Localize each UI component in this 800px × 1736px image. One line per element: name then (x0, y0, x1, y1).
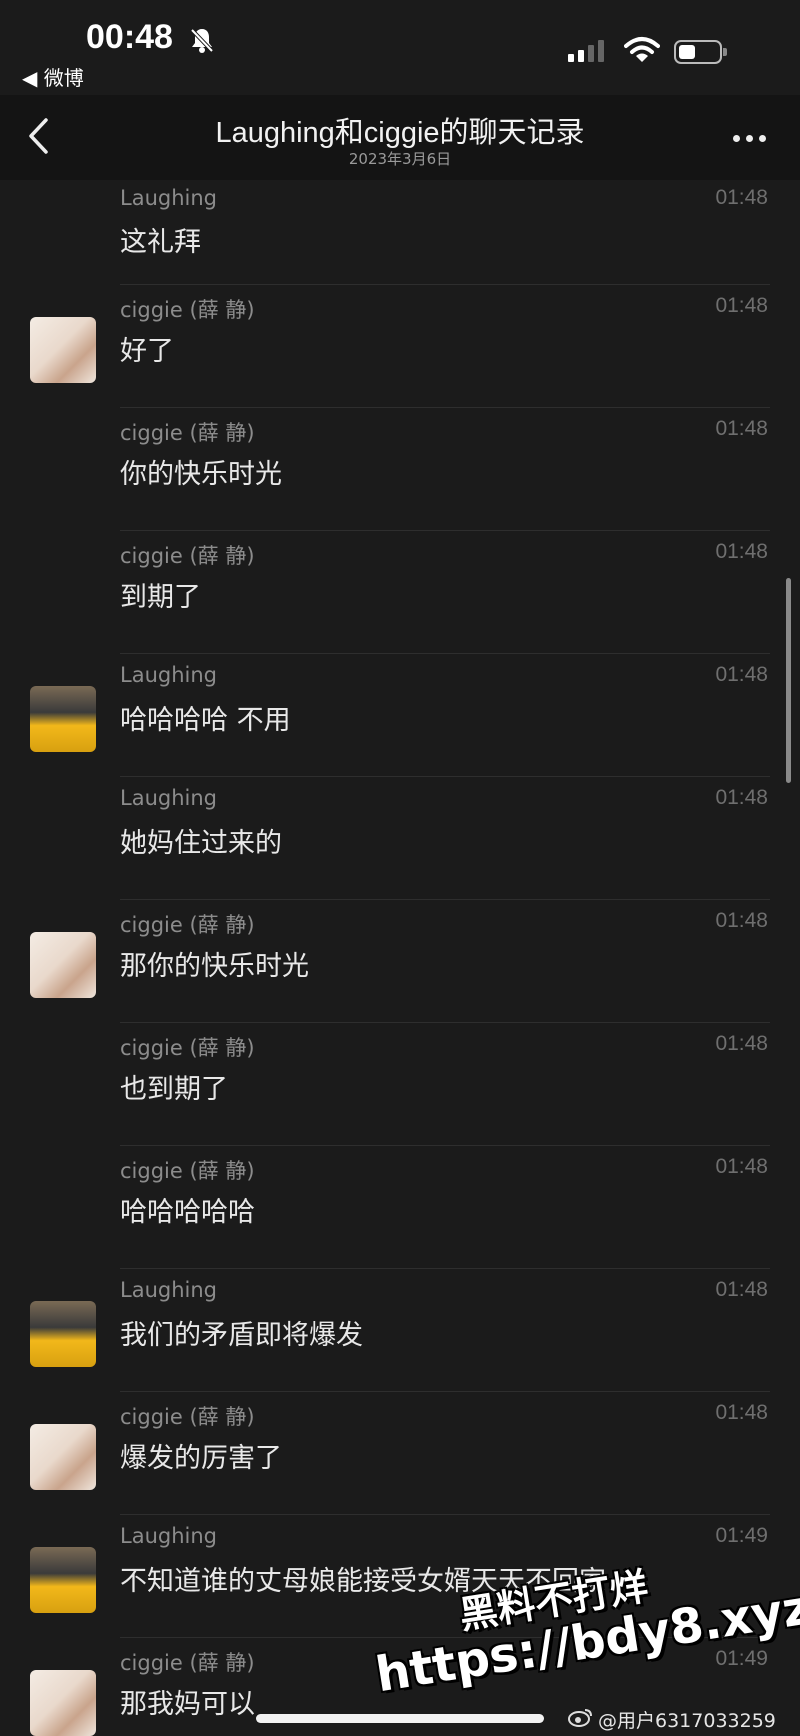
message-time: 01:48 (715, 1032, 768, 1055)
back-to-app-link[interactable]: ◀ 微博 (22, 62, 84, 91)
message-item: ciggie (薛 静) 01:48 好了 (0, 285, 800, 408)
message-item: Laughing 01:48 哈哈哈哈 不用 (0, 654, 800, 777)
message-time: 01:49 (715, 1524, 768, 1547)
message-sender: ciggie (薛 静) (120, 1159, 255, 1183)
message-text: 你的快乐时光 (120, 459, 282, 490)
message-item: Laughing 01:48 我们的矛盾即将爆发 (0, 1269, 800, 1392)
message-time: 01:48 (715, 786, 768, 809)
message-text: 这礼拜 (120, 227, 201, 258)
message-sender: Laughing (120, 1278, 217, 1302)
message-time: 01:48 (715, 417, 768, 440)
message-sender: ciggie (薛 静) (120, 421, 255, 445)
signal-icon (568, 40, 604, 62)
message-sender: ciggie (薛 静) (120, 1036, 255, 1060)
page-title: Laughing和ciggie的聊天记录 (215, 117, 585, 149)
message-time: 01:48 (715, 1155, 768, 1178)
message-sender: Laughing (120, 186, 217, 210)
message-text: 那你的快乐时光 (120, 951, 309, 982)
bell-slash-icon (188, 26, 216, 58)
avatar[interactable] (30, 932, 96, 998)
nav-bar: Laughing和ciggie的聊天记录 2023年3月6日 (0, 95, 800, 180)
message-text: 我们的矛盾即将爆发 (120, 1320, 363, 1351)
wifi-icon (624, 36, 660, 68)
message-text: 那我妈可以 (120, 1689, 255, 1720)
message-text: 哈哈哈哈哈 (120, 1197, 255, 1228)
message-item: Laughing 01:48 她妈住过来的 (0, 777, 800, 900)
avatar[interactable] (30, 686, 96, 752)
message-sender: ciggie (薛 静) (120, 1651, 255, 1675)
message-item: Laughing 01:48 这礼拜 (0, 180, 800, 285)
avatar[interactable] (30, 1547, 96, 1613)
message-time: 01:48 (715, 1278, 768, 1301)
avatar[interactable] (30, 1670, 96, 1736)
message-item: ciggie (薛 静) 01:48 到期了 (0, 531, 800, 654)
message-text: 爆发的厉害了 (120, 1443, 282, 1474)
weibo-icon (568, 1707, 594, 1732)
message-text: 哈哈哈哈 不用 (120, 705, 291, 736)
message-sender: Laughing (120, 1524, 217, 1548)
message-time: 01:48 (715, 1401, 768, 1424)
message-time: 01:48 (715, 186, 768, 209)
message-item: ciggie (薛 静) 01:48 那你的快乐时光 (0, 900, 800, 1023)
message-sender: Laughing (120, 663, 217, 687)
scrollbar[interactable] (786, 578, 791, 783)
message-item: ciggie (薛 静) 01:48 你的快乐时光 (0, 408, 800, 531)
message-text: 她妈住过来的 (120, 828, 282, 859)
credit-username: @用户6317033259 (598, 1710, 776, 1732)
message-sender: ciggie (薛 静) (120, 913, 255, 937)
message-sender: ciggie (薛 静) (120, 1405, 255, 1429)
message-sender: ciggie (薛 静) (120, 298, 255, 322)
battery-icon (674, 40, 727, 64)
message-text: 好了 (120, 336, 174, 367)
weibo-credit: @用户6317033259 (568, 1706, 776, 1733)
message-text: 也到期了 (120, 1074, 228, 1105)
message-sender: ciggie (薛 静) (120, 544, 255, 568)
message-time: 01:48 (715, 540, 768, 563)
message-text: 到期了 (120, 582, 201, 613)
message-item: ciggie (薛 静) 01:48 哈哈哈哈哈 (0, 1146, 800, 1269)
avatar[interactable] (30, 317, 96, 383)
page-subtitle-date: 2023年3月6日 (348, 150, 452, 168)
home-indicator[interactable] (256, 1714, 544, 1723)
message-sender: Laughing (120, 786, 217, 810)
status-time: 00:48 (86, 18, 173, 56)
avatar[interactable] (30, 1301, 96, 1367)
message-item: ciggie (薛 静) 01:48 爆发的厉害了 (0, 1392, 800, 1515)
message-item: ciggie (薛 静) 01:48 也到期了 (0, 1023, 800, 1146)
message-time: 01:49 (715, 1647, 768, 1670)
message-time: 01:48 (715, 294, 768, 317)
status-bar: 00:48 ◀ 微博 (0, 0, 800, 95)
message-time: 01:48 (715, 909, 768, 932)
avatar[interactable] (30, 1424, 96, 1490)
message-time: 01:48 (715, 663, 768, 686)
more-icon[interactable] (733, 135, 766, 142)
